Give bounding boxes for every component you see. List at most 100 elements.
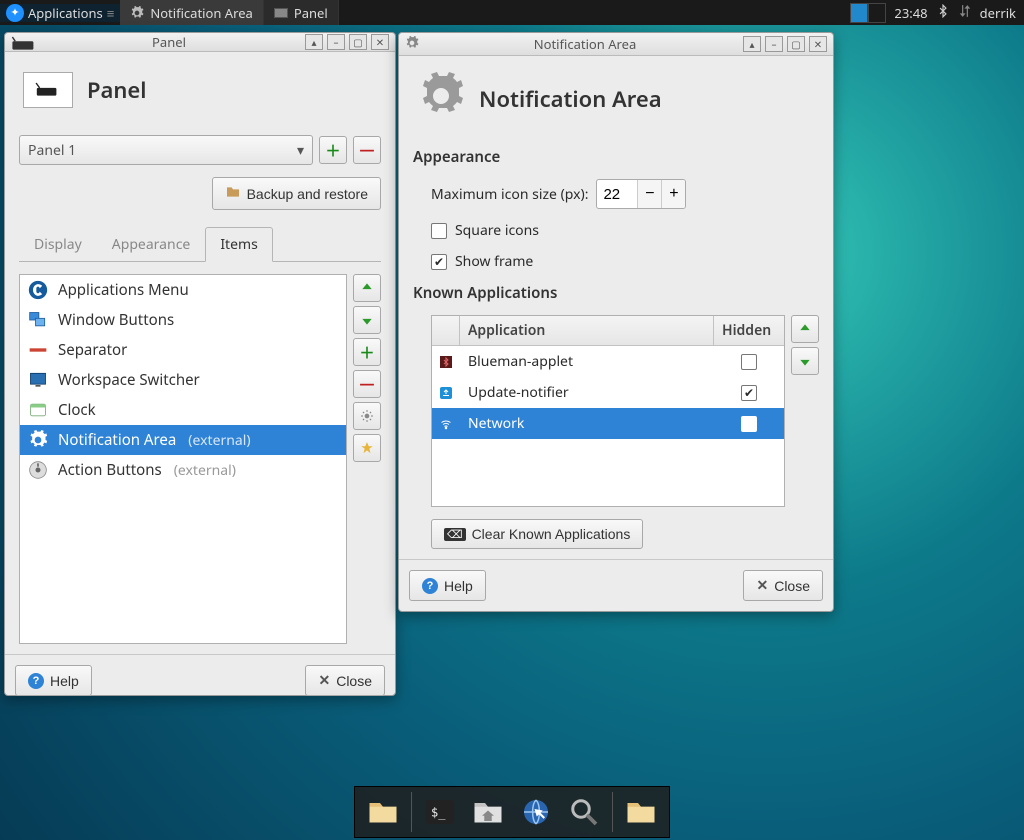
app-icon <box>432 415 460 433</box>
maximize-button[interactable]: ▢ <box>349 34 367 50</box>
close-icon: ✕ <box>756 577 768 594</box>
panel-item-row[interactable]: Workspace Switcher <box>20 365 346 395</box>
tab-items[interactable]: Items <box>205 227 273 262</box>
network-updown-icon[interactable] <box>958 4 972 22</box>
xfce-logo-icon: ✦ <box>6 4 24 22</box>
minimize-button[interactable]: – <box>765 36 783 52</box>
move-up-button[interactable] <box>353 274 381 302</box>
close-button[interactable]: ✕ <box>371 34 389 50</box>
help-label: Help <box>50 673 79 689</box>
applications-menu[interactable]: ✦ Applications ≡ <box>0 4 120 22</box>
backup-restore-button[interactable]: Backup and restore <box>212 177 381 210</box>
dock-folder[interactable] <box>619 790 663 834</box>
maximize-button[interactable]: ▢ <box>787 36 805 52</box>
move-up-button[interactable] <box>791 315 819 343</box>
help-label: Help <box>444 578 473 594</box>
tab-display[interactable]: Display <box>19 227 97 262</box>
dialog-header: Panel <box>19 66 381 123</box>
shade-button[interactable]: ▴ <box>305 34 323 50</box>
panel-select-combo[interactable]: Panel 1 ▾ <box>19 135 313 165</box>
close-button[interactable]: ✕ Close <box>743 570 823 601</box>
app-name: Update-notifier <box>460 380 714 405</box>
dock-terminal[interactable]: $_ <box>418 790 462 834</box>
square-icons-checkbox[interactable] <box>431 223 447 239</box>
show-frame-row[interactable]: ✔ Show frame <box>413 252 819 271</box>
item-label: Workspace Switcher <box>58 370 200 390</box>
add-panel-button[interactable]: ＋ <box>319 136 347 164</box>
item-icon <box>28 460 48 480</box>
top-panel: ✦ Applications ≡ Notification Area Panel… <box>0 0 1024 25</box>
titlebar[interactable]: Panel ▴ – ▢ ✕ <box>5 33 395 52</box>
app-icon <box>432 384 460 402</box>
hidden-checkbox[interactable] <box>741 416 757 432</box>
footer: ? Help ✕ Close <box>399 559 833 611</box>
dock-home-folder[interactable] <box>466 790 510 834</box>
add-item-button[interactable]: ＋ <box>353 338 381 366</box>
square-icons-label: Square icons <box>455 221 539 240</box>
menu-indicator-icon: ≡ <box>107 4 115 22</box>
panel-item-row[interactable]: Action Buttons(external) <box>20 455 346 485</box>
item-about-button[interactable] <box>353 434 381 462</box>
panel-item-row[interactable]: Window Buttons <box>20 305 346 335</box>
show-frame-label: Show frame <box>455 252 533 271</box>
shade-button[interactable]: ▴ <box>743 36 761 52</box>
remove-item-button[interactable]: — <box>353 370 381 398</box>
max-icon-spin[interactable]: − + <box>596 179 686 209</box>
known-apps-area: Application Hidden Blueman-appletUpdate-… <box>413 315 819 507</box>
known-apps-table[interactable]: Application Hidden Blueman-appletUpdate-… <box>431 315 785 507</box>
spin-up-button[interactable]: + <box>661 180 685 208</box>
spin-down-button[interactable]: − <box>637 180 661 208</box>
tab-appearance[interactable]: Appearance <box>97 227 206 262</box>
max-icon-input[interactable] <box>597 182 637 207</box>
username-label[interactable]: derrik <box>980 4 1016 22</box>
known-app-row[interactable]: Update-notifier ✔ <box>432 377 784 408</box>
close-button[interactable]: ✕ <box>809 36 827 52</box>
close-button[interactable]: ✕ Close <box>305 665 385 696</box>
dock: $_ <box>354 786 670 838</box>
taskbar-button-panel[interactable]: Panel <box>264 0 339 25</box>
help-button[interactable]: ? Help <box>409 570 486 601</box>
minimize-button[interactable]: – <box>327 34 345 50</box>
max-icon-row: Maximum icon size (px): − + <box>413 179 819 209</box>
clock-label: 23:48 <box>894 4 927 22</box>
taskbar-button-notification-area[interactable]: Notification Area <box>120 0 264 25</box>
col-hidden[interactable]: Hidden <box>714 316 784 345</box>
col-application[interactable]: Application <box>460 316 714 345</box>
close-label: Close <box>336 673 372 689</box>
known-app-row[interactable]: Network <box>432 408 784 439</box>
titlebar[interactable]: Notification Area ▴ – ▢ ✕ <box>399 33 833 56</box>
known-app-row[interactable]: Blueman-applet <box>432 346 784 377</box>
item-prefs-button[interactable] <box>353 402 381 430</box>
help-button[interactable]: ? Help <box>15 665 92 696</box>
hidden-checkbox[interactable]: ✔ <box>741 385 757 401</box>
notification-area-window: Notification Area ▴ – ▢ ✕ Notification A… <box>398 32 834 612</box>
move-down-button[interactable] <box>353 306 381 334</box>
footer: ? Help ✕ Close <box>5 654 395 706</box>
workspace-switcher-icon[interactable] <box>850 3 886 23</box>
dock-file-manager[interactable] <box>361 790 405 834</box>
move-down-button[interactable] <box>791 347 819 375</box>
square-icons-row[interactable]: Square icons <box>413 221 819 240</box>
gear-icon <box>405 36 421 52</box>
panel-item-row[interactable]: Applications Menu <box>20 275 346 305</box>
panel-item-row[interactable]: Separator <box>20 335 346 365</box>
dock-web-browser[interactable] <box>514 790 558 834</box>
clear-known-button[interactable]: ⌫ Clear Known Applications <box>431 519 643 549</box>
col-icon[interactable] <box>432 316 460 345</box>
known-apps-heading: Known Applications <box>413 283 819 303</box>
backup-label: Backup and restore <box>247 186 368 202</box>
hidden-checkbox[interactable] <box>741 354 757 370</box>
tabs: Display Appearance Items <box>19 226 381 262</box>
show-frame-checkbox[interactable]: ✔ <box>431 254 447 270</box>
dock-search[interactable] <box>562 790 606 834</box>
remove-panel-button[interactable]: — <box>353 136 381 164</box>
panel-item-row[interactable]: Notification Area(external) <box>20 425 346 455</box>
gear-large-icon <box>417 72 465 125</box>
panel-preferences-window: Panel ▴ – ▢ ✕ Panel Panel 1 ▾ ＋ — <box>4 32 396 696</box>
items-list[interactable]: Applications Menu Window Buttons Separator… <box>19 274 347 644</box>
bluetooth-icon[interactable] <box>936 4 950 22</box>
item-label: Window Buttons <box>58 310 174 330</box>
panel-item-row[interactable]: Clock <box>20 395 346 425</box>
close-icon: ✕ <box>318 672 330 689</box>
clear-icon: ⌫ <box>444 528 466 541</box>
